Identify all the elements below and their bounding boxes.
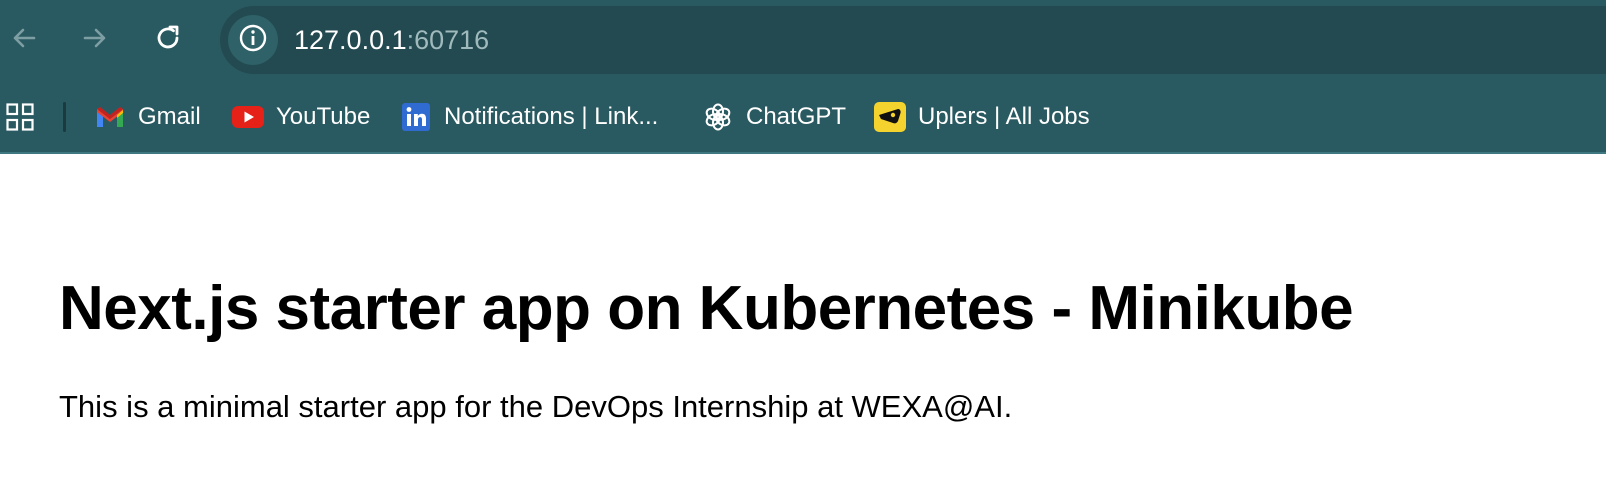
bookmark-label: YouTube <box>276 103 371 130</box>
bookmark-chatgpt[interactable]: ChatGPT <box>702 100 846 134</box>
bookmarks-divider <box>63 102 66 132</box>
url-text[interactable]: 127.0.0.1:60716 <box>294 25 489 55</box>
address-bar[interactable]: 127.0.0.1:60716 <box>220 6 1606 74</box>
bookmark-label: ChatGPT <box>746 103 847 130</box>
arrow-right-icon <box>80 23 110 53</box>
chatgpt-icon <box>702 101 734 133</box>
bookmark-label: Gmail <box>138 103 201 130</box>
url-host: 127.0.0.1 <box>294 25 407 55</box>
page-content: Next.js starter app on Kubernetes - Mini… <box>0 154 1606 500</box>
bookmark-uplers[interactable]: Uplers | All Jobs <box>874 100 1090 134</box>
linkedin-icon <box>400 101 432 133</box>
youtube-icon <box>232 101 264 133</box>
apps-grid-icon[interactable] <box>6 103 34 131</box>
bookmarks-bar: Gmail YouTube Notifications | Link... Ch… <box>0 90 1606 146</box>
browser-chrome: 127.0.0.1:60716 Gmail YouTube Notificati… <box>0 0 1606 154</box>
bookmark-linkedin[interactable]: Notifications | Link... <box>400 100 658 134</box>
arrow-left-icon <box>9 23 39 53</box>
page-title: Next.js starter app on Kubernetes - Mini… <box>59 274 1354 343</box>
forward-button[interactable] <box>73 16 117 60</box>
gmail-icon <box>94 101 126 133</box>
back-button[interactable] <box>2 16 46 60</box>
url-port: :60716 <box>406 25 490 55</box>
reload-button[interactable] <box>146 16 190 60</box>
bookmark-label: Uplers | All Jobs <box>918 103 1090 130</box>
bookmark-youtube[interactable]: YouTube <box>232 100 370 134</box>
page-description: This is a minimal starter app for the De… <box>59 389 1013 424</box>
info-icon <box>238 23 268 58</box>
bookmark-gmail[interactable]: Gmail <box>94 100 201 134</box>
bookmark-label: Notifications | Link... <box>444 103 659 130</box>
browser-toolbar: 127.0.0.1:60716 <box>0 0 1606 80</box>
site-info-button[interactable] <box>228 15 278 65</box>
uplers-icon <box>874 101 906 133</box>
reload-icon <box>153 23 183 53</box>
